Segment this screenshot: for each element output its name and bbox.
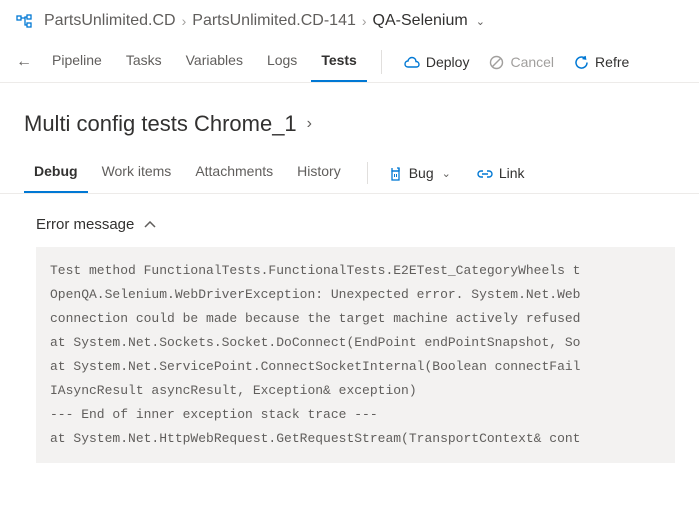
bug-label: Bug bbox=[409, 165, 434, 181]
chevron-down-icon: ⌄ bbox=[442, 167, 451, 180]
chevron-right-icon: › bbox=[182, 13, 187, 29]
cancel-button: Cancel bbox=[481, 48, 562, 77]
cancel-icon bbox=[489, 54, 504, 71]
link-label: Link bbox=[499, 165, 525, 181]
divider bbox=[381, 50, 382, 74]
subtab-debug[interactable]: Debug bbox=[24, 153, 88, 193]
tab-pipeline[interactable]: Pipeline bbox=[42, 42, 112, 82]
deploy-label: Deploy bbox=[426, 54, 470, 70]
error-section-label: Error message bbox=[36, 216, 134, 233]
cancel-label: Cancel bbox=[510, 54, 554, 70]
breadcrumb-stage[interactable]: QA-Selenium bbox=[373, 12, 468, 30]
breadcrumb-root[interactable]: PartsUnlimited.CD bbox=[44, 12, 176, 30]
chevron-down-icon[interactable]: ⌄ bbox=[476, 15, 485, 28]
bug-button[interactable]: Bug ⌄ bbox=[384, 158, 455, 187]
main-toolbar: ← Pipeline Tasks Variables Logs Tests De… bbox=[0, 38, 699, 83]
tab-tasks[interactable]: Tasks bbox=[116, 42, 172, 82]
tab-tests[interactable]: Tests bbox=[311, 42, 367, 82]
bug-icon bbox=[388, 164, 403, 181]
refresh-label: Refre bbox=[595, 54, 629, 70]
deploy-button[interactable]: Deploy bbox=[396, 48, 478, 77]
error-message-box: Test method FunctionalTests.FunctionalTe… bbox=[36, 247, 675, 463]
tab-logs[interactable]: Logs bbox=[257, 42, 307, 82]
chevron-right-icon: › bbox=[362, 13, 367, 29]
refresh-button[interactable]: Refre bbox=[566, 48, 637, 77]
subtab-history[interactable]: History bbox=[287, 153, 351, 193]
page-title: Multi config tests Chrome_1 bbox=[24, 111, 297, 137]
chevron-right-icon[interactable]: › bbox=[307, 115, 312, 133]
breadcrumb: PartsUnlimited.CD › PartsUnlimited.CD-14… bbox=[0, 0, 699, 38]
subtab-attachments[interactable]: Attachments bbox=[185, 153, 283, 193]
tab-variables[interactable]: Variables bbox=[176, 42, 253, 82]
link-button[interactable]: Link bbox=[473, 159, 529, 188]
link-icon bbox=[477, 165, 493, 182]
release-icon bbox=[16, 12, 32, 29]
page-title-row: Multi config tests Chrome_1 › bbox=[0, 83, 699, 147]
breadcrumb-release[interactable]: PartsUnlimited.CD-141 bbox=[192, 12, 356, 30]
refresh-icon bbox=[574, 54, 589, 71]
error-section-header[interactable]: Error message bbox=[0, 194, 699, 247]
cloud-icon bbox=[404, 54, 420, 71]
sub-tabs: Debug Work items Attachments History Bug… bbox=[0, 147, 699, 194]
back-button[interactable]: ← bbox=[16, 53, 32, 71]
chevron-up-icon bbox=[144, 218, 156, 232]
subtab-work-items[interactable]: Work items bbox=[92, 153, 182, 193]
divider bbox=[367, 162, 368, 184]
